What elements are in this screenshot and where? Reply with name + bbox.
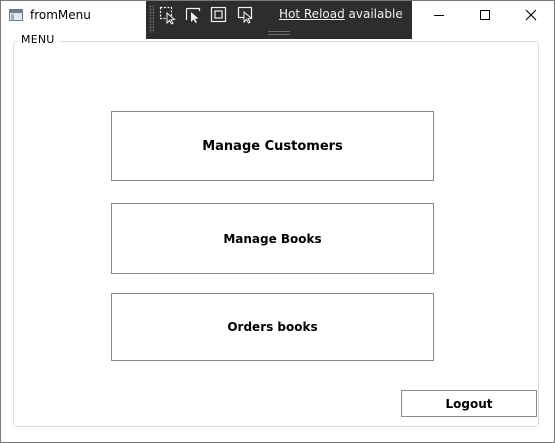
close-button[interactable] <box>508 1 554 31</box>
menu-group-label: MENU <box>17 33 59 46</box>
logout-button[interactable]: Logout <box>401 390 537 417</box>
hot-reload-link[interactable]: Hot Reload <box>279 7 345 21</box>
hot-reload-status: Hot Reload available <box>279 7 403 21</box>
display-layout-icon[interactable] <box>209 5 229 25</box>
collapse-toolbar-icon[interactable]: ‹ <box>398 7 403 22</box>
select-element-icon[interactable] <box>158 5 178 25</box>
maximize-button[interactable] <box>462 1 508 31</box>
toolbar-grip-icon[interactable] <box>149 5 154 33</box>
minimize-button[interactable] <box>416 1 462 31</box>
app-window-icon <box>9 9 23 21</box>
hot-reload-suffix: available <box>344 7 403 21</box>
close-icon <box>525 9 537 21</box>
manage-books-button[interactable]: Manage Books <box>111 203 434 274</box>
manage-customers-button[interactable]: Manage Customers <box>111 111 434 181</box>
window-title: fromMenu <box>30 8 91 22</box>
toolbar-drag-handle[interactable] <box>268 31 290 35</box>
pointer-select-icon[interactable] <box>184 5 204 25</box>
app-window: fromMenu Hot Reload available ‹ MENU Man… <box>0 0 555 443</box>
debug-toolbar: Hot Reload available ‹ <box>146 1 412 39</box>
orders-books-button[interactable]: Orders books <box>111 293 434 361</box>
track-focus-icon[interactable] <box>236 5 256 25</box>
